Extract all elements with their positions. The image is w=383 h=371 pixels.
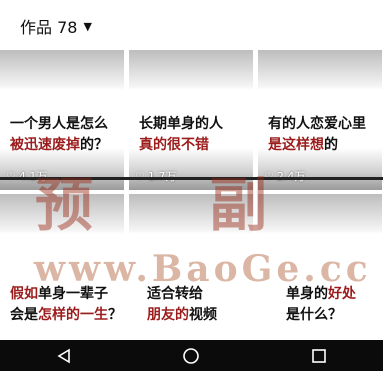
- video-caption: 长期单身的人 真的很不错: [139, 116, 223, 153]
- video-tile[interactable]: 长期单身的人 真的很不错 ♡1.7万: [129, 50, 253, 190]
- video-tile[interactable]: 有的人恋爱心里 是这样想的 ♡2.4万: [258, 50, 382, 190]
- video-caption: 单身的好处 是什么？: [286, 286, 356, 323]
- video-tile[interactable]: 假如单身一辈子 会是怎样的一生？: [0, 194, 124, 334]
- system-navigation-bar: [0, 340, 383, 371]
- video-caption: 假如单身一辈子 会是怎样的一生？: [10, 286, 122, 323]
- heart-icon: ♡: [6, 169, 16, 183]
- divider: [0, 177, 383, 180]
- back-triangle-icon[interactable]: [44, 340, 84, 371]
- video-tile[interactable]: 一个男人是怎么 被迅速废掉的？ ♡4.1万: [0, 50, 124, 190]
- caret-down-icon: ▼: [83, 19, 92, 33]
- video-tile[interactable]: 适合转给 朋友的视频: [129, 194, 253, 334]
- video-caption: 有的人恋爱心里 是这样想的: [268, 116, 366, 153]
- like-count: ♡2.4万: [264, 168, 305, 184]
- video-caption: 适合转给 朋友的视频: [147, 286, 217, 323]
- works-count-dropdown[interactable]: 作品 78 ▼: [20, 14, 92, 38]
- heart-icon: ♡: [264, 169, 274, 183]
- like-count: ♡1.7万: [135, 168, 176, 184]
- recents-square-icon[interactable]: [299, 340, 339, 371]
- video-grid: 一个男人是怎么 被迅速废掉的？ ♡4.1万 长期单身的人 真的很不错 ♡1.7万…: [0, 50, 383, 334]
- works-count-label: 作品 78: [20, 18, 78, 37]
- video-caption: 一个男人是怎么 被迅速废掉的？: [10, 116, 108, 153]
- heart-icon: ♡: [135, 169, 145, 183]
- profile-works-header: 作品 78 ▼: [0, 0, 383, 50]
- video-tile[interactable]: 单身的好处 是什么？: [258, 194, 382, 334]
- home-circle-icon[interactable]: [171, 340, 211, 371]
- like-count: ♡4.1万: [6, 168, 47, 184]
